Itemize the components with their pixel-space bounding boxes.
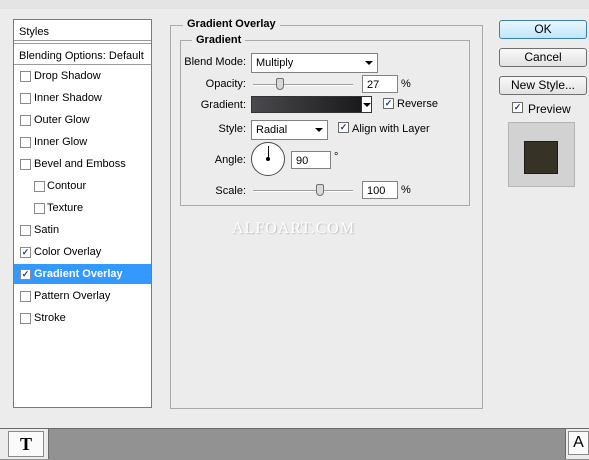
- blend-mode-select[interactable]: Multiply: [251, 53, 378, 73]
- chevron-down-icon: [315, 128, 323, 132]
- angle-center-dot: [266, 157, 270, 161]
- style-item-checkbox[interactable]: [20, 225, 31, 236]
- style-item-stroke[interactable]: Stroke: [14, 308, 151, 328]
- style-item-color-overlay[interactable]: ✓ Color Overlay: [14, 242, 151, 262]
- style-item-label: Drop Shadow: [34, 70, 101, 82]
- blending-options-item[interactable]: Blending Options: Default: [14, 45, 151, 65]
- preview-checkbox[interactable]: ✓: [512, 102, 523, 113]
- gradient-dropdown-button[interactable]: [361, 96, 372, 113]
- blend-mode-label: Blend Mode:: [184, 56, 246, 68]
- scale-slider-thumb[interactable]: [316, 184, 324, 196]
- style-item-pattern-overlay[interactable]: Pattern Overlay: [14, 286, 151, 306]
- opacity-slider-track[interactable]: [253, 84, 353, 86]
- ok-button[interactable]: OK: [499, 20, 587, 39]
- blend-mode-value: Multiply: [256, 57, 294, 69]
- style-item-checkbox[interactable]: [34, 181, 45, 192]
- new-style-button[interactable]: New Style...: [499, 76, 587, 95]
- style-item-label: Inner Glow: [34, 136, 88, 148]
- style-item-checkbox[interactable]: [20, 313, 31, 324]
- cancel-button[interactable]: Cancel: [499, 48, 587, 67]
- scale-percent: %: [401, 184, 411, 196]
- window-top-strip: [0, 0, 589, 9]
- bottom-toolbar: [0, 428, 589, 460]
- reverse-label: Reverse: [397, 98, 438, 110]
- style-item-checkbox[interactable]: [34, 203, 45, 214]
- chevron-down-icon: [363, 103, 371, 107]
- style-item-satin[interactable]: Satin: [14, 220, 151, 240]
- style-item-label: Pattern Overlay: [34, 290, 111, 302]
- style-item-outer-glow[interactable]: Outer Glow: [14, 110, 151, 130]
- gradient-picker[interactable]: [251, 96, 362, 113]
- style-item-label: Bevel and Emboss: [34, 158, 126, 170]
- style-item-checkbox[interactable]: [20, 93, 31, 104]
- style-item-checkbox[interactable]: [20, 115, 31, 126]
- gradient-label: Gradient:: [200, 99, 246, 111]
- scale-label: Scale:: [215, 185, 246, 197]
- style-item-checkbox[interactable]: [20, 291, 31, 302]
- angle-degree-symbol: °: [334, 151, 339, 163]
- gradient-section-title: Gradient: [192, 34, 246, 46]
- align-with-layer-checkbox[interactable]: ✓: [338, 122, 349, 133]
- style-item-texture[interactable]: Texture: [14, 198, 151, 218]
- style-select[interactable]: Radial: [251, 120, 328, 140]
- style-item-contour[interactable]: Contour: [14, 176, 151, 196]
- styles-header[interactable]: Styles: [14, 20, 151, 41]
- style-item-drop-shadow[interactable]: Drop Shadow: [14, 66, 151, 86]
- style-item-label: Satin: [34, 224, 60, 236]
- style-item-label: Texture: [47, 202, 84, 214]
- style-item-checkbox[interactable]: [20, 159, 31, 170]
- style-item-inner-glow[interactable]: Inner Glow: [14, 132, 151, 152]
- style-item-checkbox[interactable]: ✓: [20, 247, 31, 258]
- character-tool-icon[interactable]: A: [568, 431, 589, 455]
- style-item-bevel-and-emboss[interactable]: Bevel and Emboss: [14, 154, 151, 174]
- opacity-input[interactable]: 27: [362, 75, 398, 93]
- style-item-gradient-overlay[interactable]: ✓ Gradient Overlay: [14, 264, 151, 284]
- preview-swatch: [524, 141, 558, 174]
- angle-label: Angle:: [214, 154, 246, 166]
- style-item-label: Gradient Overlay: [34, 268, 123, 280]
- style-item-checkbox[interactable]: [20, 137, 31, 148]
- style-value: Radial: [256, 124, 288, 136]
- watermark: ALFOART.COM: [232, 220, 356, 237]
- chevron-down-icon: [365, 61, 373, 65]
- gradient-overlay-title: Gradient Overlay: [183, 18, 280, 30]
- style-item-label: Color Overlay: [34, 246, 102, 258]
- preview-label: Preview: [528, 102, 571, 116]
- angle-input[interactable]: 90: [291, 151, 331, 169]
- style-item-label: Outer Glow: [34, 114, 90, 126]
- scale-slider-track[interactable]: [253, 190, 353, 192]
- style-item-checkbox[interactable]: ✓: [20, 269, 31, 280]
- opacity-label: Opacity:: [205, 78, 246, 90]
- type-tool-icon[interactable]: T: [8, 431, 44, 457]
- style-item-inner-shadow[interactable]: Inner Shadow: [14, 88, 151, 108]
- style-item-checkbox[interactable]: [20, 71, 31, 82]
- styles-separator: [14, 43, 151, 44]
- style-label: Style:: [218, 123, 246, 135]
- opacity-slider-thumb[interactable]: [276, 78, 284, 90]
- style-item-label: Stroke: [34, 312, 66, 324]
- opacity-percent: %: [401, 78, 411, 90]
- style-item-label: Contour: [47, 180, 87, 192]
- reverse-checkbox[interactable]: ✓: [383, 98, 394, 109]
- scale-input[interactable]: 100: [362, 181, 398, 199]
- style-item-label: Inner Shadow: [34, 92, 102, 104]
- align-with-layer-label: Align with Layer: [352, 123, 430, 135]
